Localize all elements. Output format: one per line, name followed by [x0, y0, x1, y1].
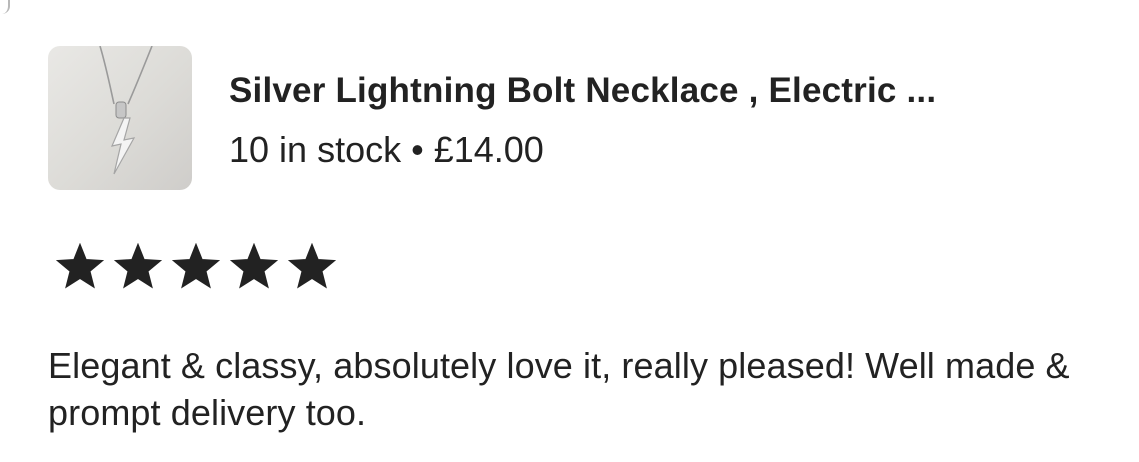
product-title[interactable]: Silver Lightning Bolt Necklace , Electri… [229, 70, 936, 112]
product-stock-price: 10 in stock • £14.00 [229, 129, 544, 170]
star-icon [287, 243, 337, 289]
product-info: Silver Lightning Bolt Necklace , Electri… [229, 70, 936, 172]
star-icon [229, 243, 279, 289]
product-thumbnail[interactable] [48, 46, 192, 190]
star-icon [55, 243, 105, 289]
review-text: Elegant & classy, absolutely love it, re… [48, 345, 1070, 433]
star-rating [54, 243, 344, 291]
necklace-photo-icon [99, 46, 153, 175]
scroll-edge-mark [0, 0, 10, 14]
review-card: Silver Lightning Bolt Necklace , Electri… [0, 0, 1139, 462]
product-summary[interactable]: Silver Lightning Bolt Necklace , Electri… [48, 46, 936, 190]
star-icon [171, 243, 221, 289]
star-icon [113, 243, 163, 289]
